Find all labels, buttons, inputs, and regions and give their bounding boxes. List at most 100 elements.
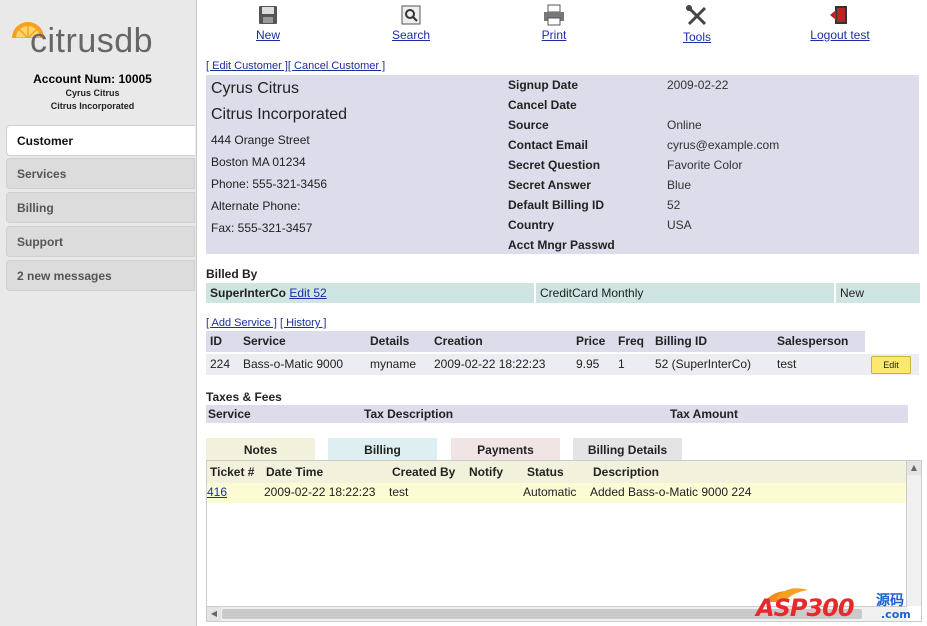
detail-label: Source	[508, 118, 549, 132]
tools-icon	[686, 5, 707, 26]
service-header: Billing ID	[651, 331, 773, 352]
search-icon	[401, 5, 421, 25]
billed-by-company-cell: SuperInterCo Edit 52	[206, 283, 534, 303]
notes-header: Ticket #	[210, 465, 255, 479]
add-service-link[interactable]: [ Add Service ]	[206, 317, 277, 329]
cancel-customer-link[interactable]: [ Cancel Customer ]	[288, 60, 385, 72]
detail-value: 52	[667, 198, 681, 212]
detail-value: Blue	[667, 178, 692, 192]
service-header: Price	[572, 331, 614, 352]
billed-by-status: New	[836, 283, 920, 303]
toolbar-logout[interactable]: Logout test	[800, 4, 880, 42]
customer-city: Boston MA 01234	[211, 155, 306, 169]
service-header: Salesperson	[773, 331, 865, 352]
account-number: Account Num: 10005	[0, 72, 185, 86]
service-cell: 224	[206, 354, 239, 375]
detail-label: Cancel Date	[508, 98, 577, 112]
sidebar-customer-name: Cyrus Citrus	[65, 88, 120, 98]
detail-label: Signup Date	[508, 78, 579, 92]
service-cell: test	[773, 354, 865, 375]
watermark-domain: .com	[881, 608, 911, 621]
tools-link[interactable]: Tools	[657, 30, 737, 44]
toolbar-print[interactable]: Print	[514, 4, 594, 42]
customer-panel: Cyrus Citrus Citrus Incorporated 444 Ora…	[206, 75, 919, 254]
tax-header: Tax Amount	[668, 405, 908, 423]
notes-cell: 2009-02-22 18:22:23	[264, 485, 376, 499]
citrusdb-logo[interactable]: citrusdb	[10, 18, 190, 68]
edit-customer-link[interactable]: [ Edit Customer ]	[206, 60, 288, 72]
watermark-logo: ASP300 源码 .com	[756, 586, 921, 622]
logout-door-icon	[830, 6, 847, 24]
customer-name: Cyrus Citrus	[211, 80, 300, 97]
customer-fax: Fax: 555-321-3457	[211, 221, 313, 235]
toolbar-search[interactable]: Search	[371, 4, 451, 42]
print-link[interactable]: Print	[514, 28, 594, 42]
tab-notes[interactable]: Notes	[206, 438, 315, 462]
detail-label: Acct Mngr Passwd	[508, 238, 615, 252]
billed-by-title: Billed By	[206, 267, 258, 281]
billed-by-company: SuperInterCo	[210, 286, 287, 300]
detail-value: Online	[667, 118, 702, 132]
watermark-text: ASP300	[756, 594, 855, 622]
notes-cell: Added Bass-o-Matic 9000 224	[590, 485, 752, 499]
tab-support[interactable]: Support	[6, 226, 195, 257]
account-number-value: 10005	[118, 72, 152, 86]
customer-alt-phone: Alternate Phone:	[211, 199, 301, 213]
notes-header: Created By	[392, 465, 456, 479]
scroll-left-icon[interactable]: ◀	[207, 607, 221, 621]
tab-billing-details[interactable]: Billing Details	[573, 438, 682, 462]
tab-billing[interactable]: Billing	[6, 192, 195, 223]
detail-label: Secret Question	[508, 158, 601, 172]
customer-phone: Phone: 555-321-3456	[211, 177, 328, 191]
toolbar-tools[interactable]: Tools	[657, 4, 737, 44]
logo-text: citrusdb	[30, 22, 154, 60]
toolbar-new[interactable]: New	[228, 4, 308, 42]
tab-billing-notes[interactable]: Billing	[328, 438, 437, 462]
service-actions: [ Add Service ] [ History ]	[206, 317, 326, 329]
detail-label: Country	[508, 218, 554, 232]
account-number-label: Account Num:	[33, 72, 116, 86]
service-cell: 9.95	[572, 354, 614, 375]
detail-value: 2009-02-22	[667, 78, 729, 92]
logout-link[interactable]: Logout test	[800, 28, 880, 42]
tab-services[interactable]: Services	[6, 158, 195, 189]
service-cell: Bass-o-Matic 9000	[239, 354, 366, 375]
detail-label: Contact Email	[508, 138, 589, 152]
printer-icon	[544, 4, 564, 26]
taxes-title: Taxes & Fees	[206, 390, 282, 404]
detail-value: cyrus@example.com	[667, 138, 780, 152]
history-link[interactable]: [ History ]	[280, 317, 326, 329]
new-link[interactable]: New	[228, 28, 308, 42]
service-header: Details	[366, 331, 430, 352]
notes-header: Description	[593, 465, 660, 479]
service-cell: 2009-02-22 18:22:23	[430, 354, 572, 375]
notes-cell: Automatic	[523, 485, 577, 499]
customer-company: Citrus Incorporated	[211, 106, 348, 123]
tab-customer[interactable]: Customer	[6, 125, 195, 156]
service-header: Service	[239, 331, 366, 352]
notes-cell: test	[389, 485, 409, 499]
billed-by-edit-link[interactable]: Edit 52	[289, 286, 326, 300]
customer-street: 444 Orange Street	[211, 133, 310, 147]
vertical-scrollbar[interactable]: ▲	[906, 461, 921, 606]
service-header: Creation	[430, 331, 572, 352]
tax-header: Service	[206, 405, 362, 423]
ticket-link[interactable]: 416	[207, 485, 227, 499]
search-link[interactable]: Search	[371, 28, 451, 42]
detail-label: Secret Answer	[508, 178, 591, 192]
tax-header: Tax Description	[362, 405, 668, 423]
edit-service-button[interactable]: Edit	[871, 356, 911, 374]
tab-messages[interactable]: 2 new messages	[6, 260, 195, 291]
service-cell: 52 (SuperInterCo)	[651, 354, 773, 375]
customer-actions: [ Edit Customer ][ Cancel Customer ]	[206, 60, 385, 72]
service-header: ID	[206, 331, 239, 352]
sidebar-company: Citrus Incorporated	[50, 101, 135, 111]
detail-value: USA	[667, 218, 692, 232]
sidebar: citrusdb Account Num: 10005 Cyrus Citrus…	[0, 0, 197, 626]
tab-payments[interactable]: Payments	[451, 438, 560, 462]
app-root: citrusdb Account Num: 10005 Cyrus Citrus…	[0, 0, 927, 626]
notes-header: Date Time	[266, 465, 324, 479]
watermark-sub: 源码	[876, 593, 904, 609]
service-header: Freq	[614, 331, 651, 352]
scroll-up-icon[interactable]: ▲	[907, 461, 921, 475]
